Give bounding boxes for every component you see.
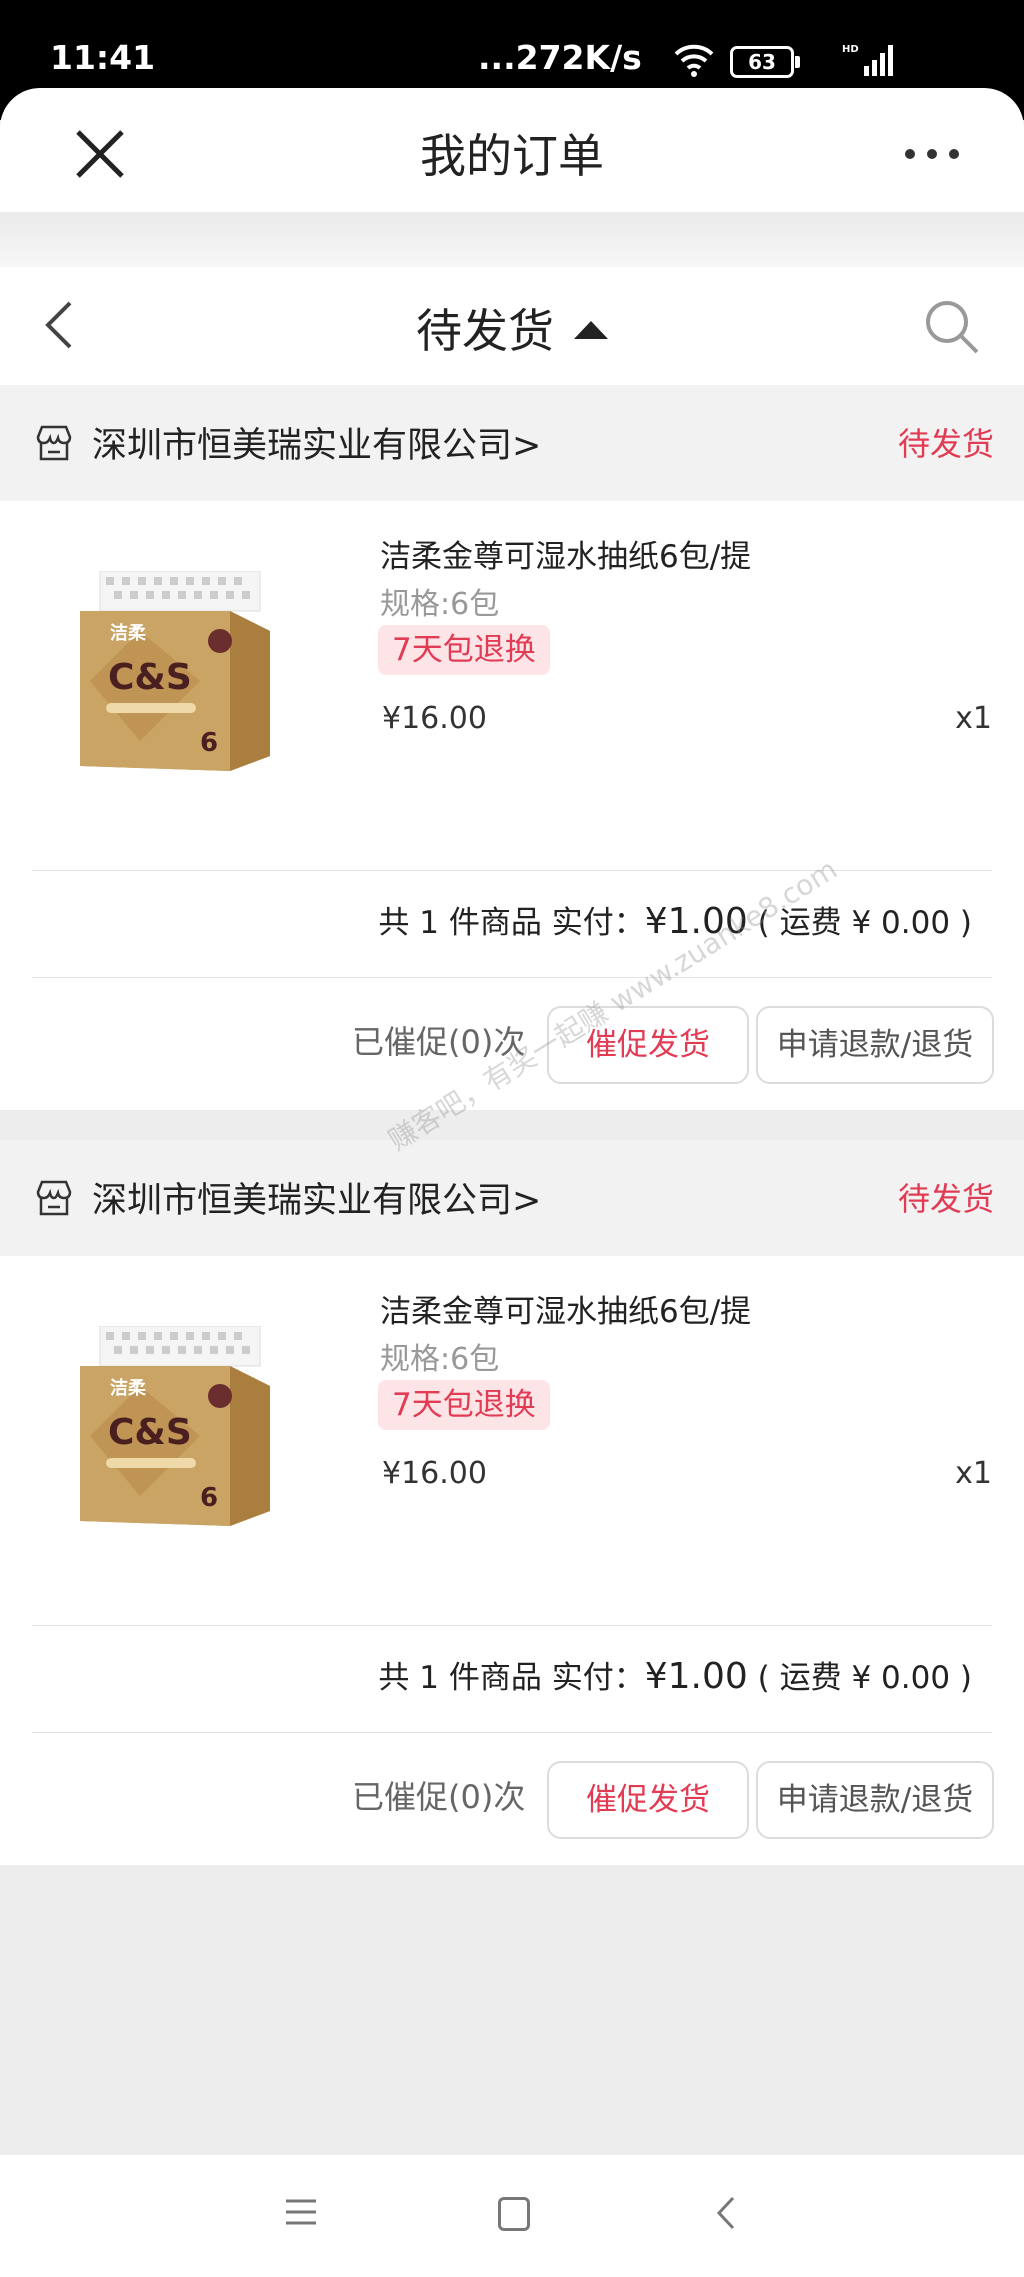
urge-count: 已催促(0)次 xyxy=(352,1778,526,1816)
search-icon[interactable] xyxy=(922,297,982,357)
refund-return-button[interactable]: 申请退款/退货 xyxy=(756,1761,994,1839)
product-brand-text: C&S xyxy=(108,657,192,698)
product-name: 洁柔金尊可湿水抽纸6包/提 xyxy=(380,1294,752,1330)
store-icon xyxy=(36,425,72,461)
store-name: 深圳市恒美瑞实业有限公司> xyxy=(92,1181,542,1221)
status-filter-label: 待发货 xyxy=(416,304,554,358)
network-speed: ...272K/s xyxy=(478,38,642,77)
divider xyxy=(32,1732,992,1733)
return-policy-badge: 7天包退换 xyxy=(378,1380,550,1430)
product-spec: 规格:6包 xyxy=(380,1342,500,1377)
order-card: 深圳市恒美瑞实业有限公司> 待发货 洁柔 C&S 6 洁柔金尊可湿水抽纸6包/提… xyxy=(0,1140,1024,1865)
product-quantity: x1 xyxy=(955,1456,992,1491)
title-bar: 我的订单 xyxy=(0,88,1024,212)
product-row[interactable]: 洁柔 C&S 6 洁柔金尊可湿水抽纸6包/提 规格:6包 7天包退换 ¥16.0… xyxy=(0,1256,1024,1666)
signal-icon: HD xyxy=(842,44,893,76)
product-quantity: x1 xyxy=(955,701,992,736)
return-policy-badge: 7天包退换 xyxy=(378,625,550,675)
caret-up-icon xyxy=(574,321,608,339)
status-filter-dropdown[interactable]: 待发货 xyxy=(0,295,1024,361)
refund-return-button[interactable]: 申请退款/退货 xyxy=(756,1006,994,1084)
wifi-icon xyxy=(674,44,714,77)
page-title: 我的订单 xyxy=(420,129,604,183)
recent-apps-icon[interactable] xyxy=(286,2197,316,2227)
product-image: 洁柔 C&S 6 xyxy=(80,571,270,771)
store-icon xyxy=(36,1180,72,1216)
product-brand-text: C&S xyxy=(108,1412,192,1453)
product-name: 洁柔金尊可湿水抽纸6包/提 xyxy=(380,539,752,575)
header-shadow xyxy=(0,212,1024,267)
divider xyxy=(32,977,992,978)
urge-shipping-button[interactable]: 催促发货 xyxy=(547,1761,749,1839)
system-nav-bar xyxy=(0,2154,1024,2277)
svg-text:6: 6 xyxy=(200,728,218,758)
home-icon[interactable] xyxy=(498,2197,530,2231)
order-summary: 共 1 件商品 实付：¥1.00 ( 运费 ¥ 0.00 ) xyxy=(378,897,972,942)
product-row[interactable]: 洁柔 C&S 6 洁柔金尊可湿水抽纸6包/提 规格:6包 7天包退换 ¥16.0… xyxy=(0,501,1024,911)
product-price: ¥16.00 xyxy=(382,1456,487,1491)
more-icon[interactable] xyxy=(902,144,962,164)
summary-prefix: 共 1 件商品 实付： xyxy=(378,1660,645,1696)
order-status: 待发货 xyxy=(897,1180,994,1218)
product-logo-text: 洁柔 xyxy=(110,1377,147,1399)
store-row[interactable]: 深圳市恒美瑞实业有限公司> 待发货 xyxy=(0,385,1024,501)
divider xyxy=(32,1625,992,1626)
order-card: 深圳市恒美瑞实业有限公司> 待发货 洁柔 C&S 6 洁柔金尊可湿水抽纸6包/提… xyxy=(0,385,1024,1110)
product-logo-text: 洁柔 xyxy=(110,622,147,644)
battery-icon: 63 xyxy=(730,46,800,78)
store-row[interactable]: 深圳市恒美瑞实业有限公司> 待发货 xyxy=(0,1140,1024,1256)
svg-text:6: 6 xyxy=(200,1483,218,1513)
order-summary: 共 1 件商品 实付：¥1.00 ( 运费 ¥ 0.00 ) xyxy=(378,1652,972,1697)
paid-amount: ¥1.00 xyxy=(644,1656,748,1697)
svg-text:HD: HD xyxy=(842,44,859,55)
divider xyxy=(32,870,992,871)
store-name: 深圳市恒美瑞实业有限公司> xyxy=(92,426,542,466)
system-back-icon[interactable] xyxy=(716,2195,736,2231)
shipping-fee: ( 运费 ¥ 0.00 ) xyxy=(757,1660,972,1696)
product-price: ¥16.00 xyxy=(382,701,487,736)
order-status: 待发货 xyxy=(897,425,994,463)
product-spec: 规格:6包 xyxy=(380,587,500,622)
filter-bar: 待发货 xyxy=(0,267,1024,385)
product-image: 洁柔 C&S 6 xyxy=(80,1326,270,1526)
summary-prefix: 共 1 件商品 实付： xyxy=(378,905,645,941)
status-time: 11:41 xyxy=(50,38,156,77)
